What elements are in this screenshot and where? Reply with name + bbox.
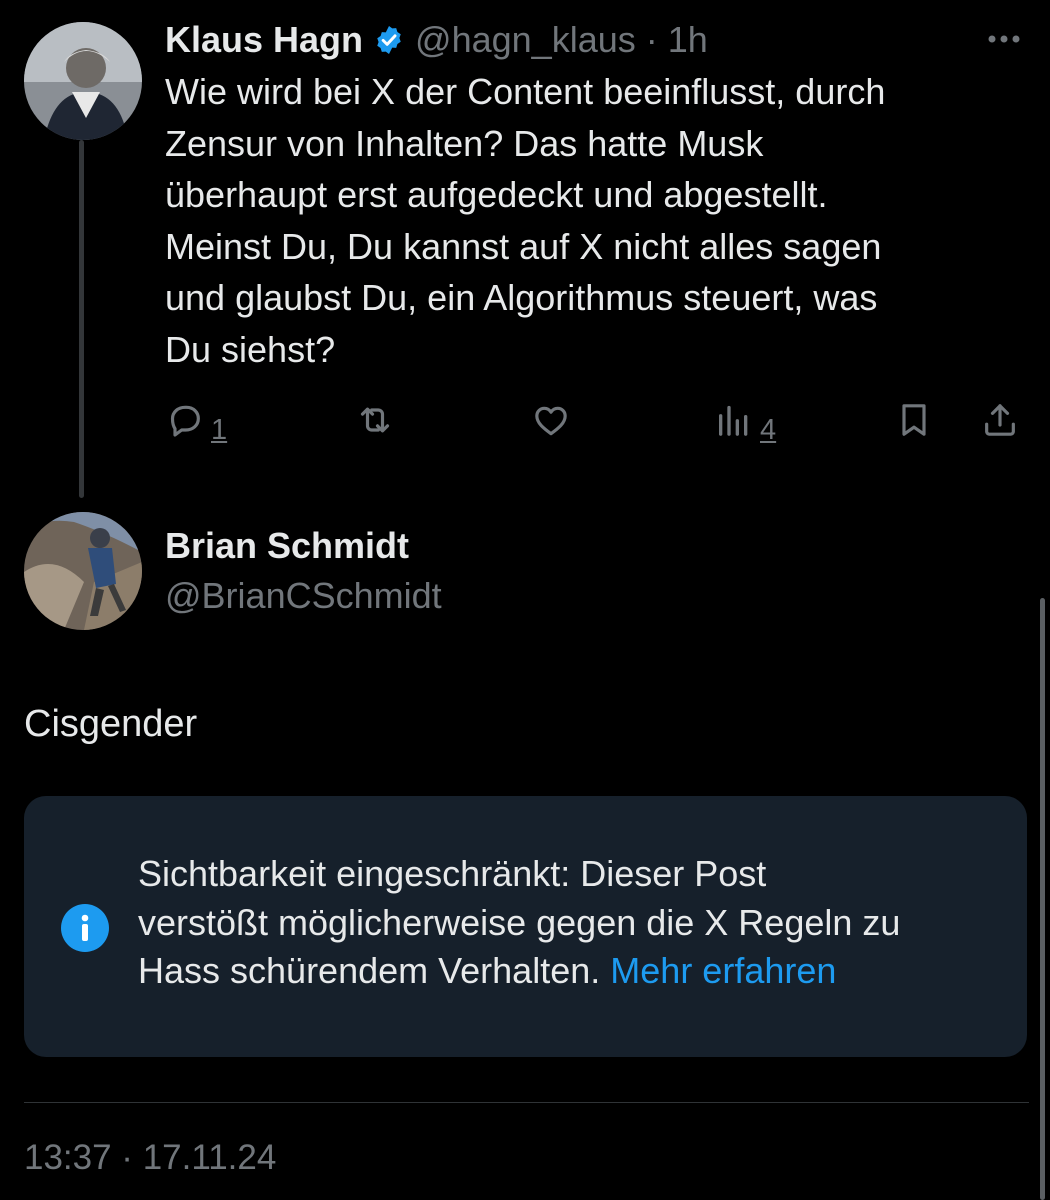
reply-icon	[165, 400, 205, 445]
reply-button[interactable]: 1	[165, 400, 227, 445]
post-text-line: Du siehst?	[165, 328, 336, 370]
author-handle[interactable]: @hagn_klaus	[415, 19, 636, 61]
reply-count[interactable]: 1	[211, 416, 227, 445]
post-text: Wie wird bei X der Content beeinflusst, …	[165, 66, 1015, 375]
divider	[24, 1102, 1029, 1103]
learn-more-link[interactable]: Mehr erfahren	[610, 950, 836, 991]
notice-line: verstößt möglicherweise gegen die X Rege…	[138, 901, 901, 943]
post-text-line: überhaupt erst aufgedeckt und abgestellt…	[165, 174, 828, 215]
verified-badge-icon	[373, 24, 405, 56]
notice-line-3: Hass schürendem Verhalten. Mehr erfahren	[138, 947, 998, 996]
post-text-line: und glaubst Du, ein Algorithmus steuert,…	[165, 277, 878, 318]
notice-line-text: Hass schürendem Verhalten.	[138, 950, 601, 991]
post-text-line: Meinst Du, Du kannst auf X nicht alles s…	[165, 225, 882, 267]
views-button[interactable]: 4	[714, 400, 776, 445]
like-icon	[530, 400, 572, 445]
notice-line: Sichtbarkeit eingeschränkt: Dieser Post	[138, 853, 767, 894]
post-header: Klaus Hagn @hagn_klaus · 1h	[165, 18, 708, 62]
like-button[interactable]	[530, 400, 572, 445]
repost-button[interactable]	[355, 400, 395, 445]
reply-author-handle[interactable]: @BrianCSchmidt	[165, 575, 442, 617]
post-timestamp[interactable]: 13:37 · 17.11.24	[24, 1138, 276, 1178]
avatar-brian-schmidt[interactable]	[24, 512, 142, 630]
avatar-klaus-hagn[interactable]	[24, 22, 142, 140]
scrollbar[interactable]	[1040, 598, 1045, 1200]
bookmark-icon	[894, 400, 934, 445]
more-options-icon[interactable]	[986, 30, 1022, 48]
thread-line	[79, 140, 84, 498]
repost-icon	[355, 400, 395, 445]
share-icon	[980, 400, 1020, 445]
bookmark-button[interactable]	[894, 400, 934, 445]
author-name[interactable]: Klaus Hagn	[165, 19, 363, 61]
info-icon	[60, 903, 110, 953]
views-count[interactable]: 4	[760, 416, 776, 445]
reply-author-name[interactable]: Brian Schmidt	[165, 525, 409, 567]
separator-dot: ·	[645, 19, 658, 60]
post-time[interactable]: 1h	[668, 19, 708, 61]
views-icon	[714, 400, 754, 445]
notice-text: Sichtbarkeit eingeschränkt: Dieser Post …	[138, 850, 998, 996]
share-button[interactable]	[980, 400, 1020, 445]
post-text-line: Wie wird bei X der Content beeinflusst, …	[165, 71, 886, 112]
post-text-line: Zensur von Inhalten? Das hatte Musk	[165, 122, 764, 164]
reply-text: Cisgender	[24, 703, 198, 745]
